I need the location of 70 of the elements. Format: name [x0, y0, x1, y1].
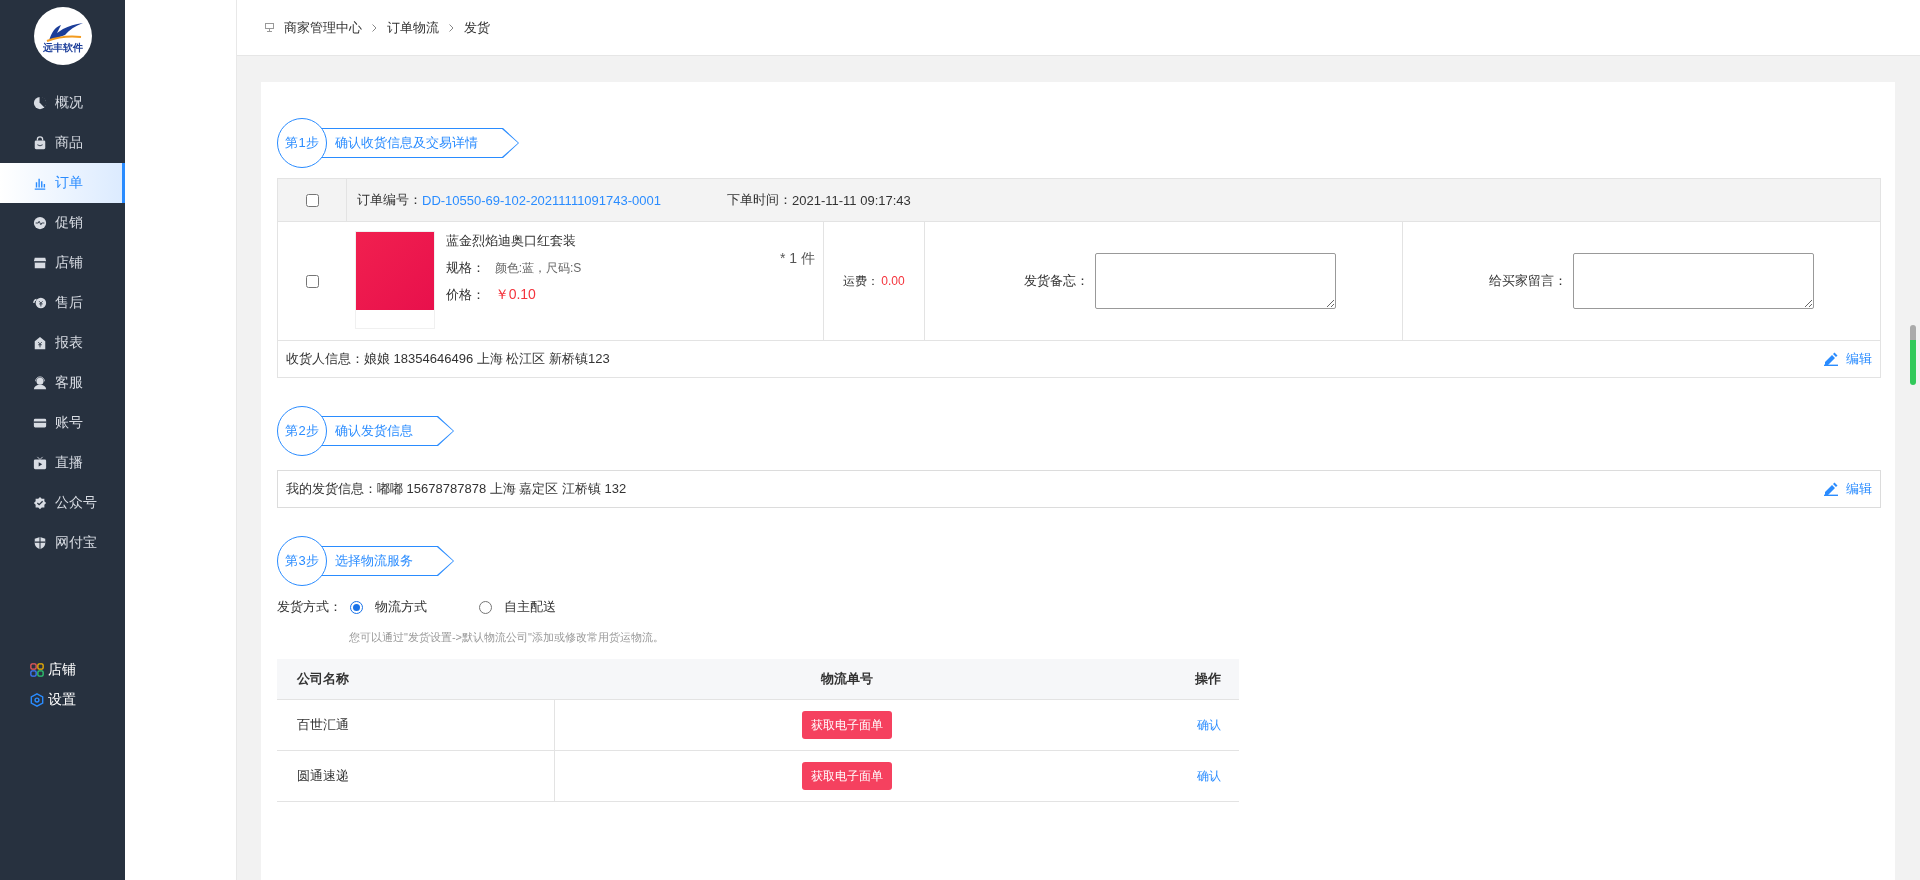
step-badge: 第3步 [277, 536, 327, 586]
spec-value: 颜色:蓝，尺码:S [494, 261, 582, 275]
sidebar-item[interactable]: 店铺 [0, 243, 125, 283]
note-input-field[interactable] [1573, 253, 1814, 309]
bar-chart-icon [33, 176, 47, 190]
note-label: 给买家留言： [1489, 272, 1567, 290]
sidebar-item[interactable]: 促销 [0, 203, 125, 243]
freight-label: 运费： [843, 272, 880, 290]
step-badge: 第1步 [277, 118, 327, 168]
note-label: 发货备忘： [1024, 272, 1089, 290]
get-waybill-button[interactable]: 获取电子面单 [802, 711, 892, 739]
column-header: 公司名称 [296, 670, 350, 688]
breadcrumb-item: 发货 [464, 18, 490, 37]
sidebar-link[interactable]: 设置 [0, 685, 125, 715]
product-name[interactable]: 蓝金烈焰迪奥口红套装 [446, 232, 780, 250]
edit-link[interactable]: 编辑 [1824, 480, 1872, 498]
grid-icon [30, 663, 44, 677]
breadcrumb-item[interactable]: 商家管理中心 [284, 18, 362, 37]
table-cell: 圆通速递 [277, 751, 555, 801]
shield-icon [33, 536, 47, 550]
price-value: ￥0.10 [494, 286, 536, 302]
sidebar-item[interactable]: 直播 [0, 443, 125, 483]
sidebar-item[interactable]: 商品 [0, 123, 125, 163]
chevron-icon [372, 23, 377, 32]
sidebar-item[interactable]: 售后 [0, 283, 125, 323]
sidebar-item[interactable]: 报表 [0, 323, 125, 363]
confirm-link[interactable]: 确认 [1197, 716, 1221, 734]
pulse-icon [33, 216, 47, 230]
badge-check-icon [33, 496, 47, 510]
price-label: 价格： [446, 287, 485, 302]
order-time-label: 下单时间： [727, 191, 792, 209]
radio-option[interactable]: 自主配送 [471, 598, 556, 616]
order-number-label: 订单编号： [356, 191, 422, 209]
chevron-icon [449, 23, 454, 32]
hint-text: 您可以通过"发货设置->默认物流公司"添加或修改常用货运物流。 [349, 630, 665, 645]
confirm-link[interactable]: 确认 [1197, 767, 1221, 785]
note-input-field[interactable] [1095, 253, 1336, 309]
spec-label: 规格： [446, 260, 485, 275]
card-icon [33, 416, 47, 430]
bag-icon [33, 136, 47, 150]
sender-info: 我的发货信息：嘟嘟 15678787878 上海 嘉定区 江桥镇 132 [286, 480, 627, 498]
monitor-icon [265, 23, 274, 32]
order-checkbox[interactable] [305, 193, 319, 207]
column-header: 物流单号 [820, 670, 874, 688]
hexagon-icon [30, 693, 44, 707]
sidebar-item[interactable]: 网付宝 [0, 523, 125, 563]
get-waybill-button[interactable]: 获取电子面单 [802, 762, 892, 790]
pencil-icon [1824, 482, 1838, 496]
order-time: 2021-11-11 09:17:43 [792, 192, 911, 208]
sidebar-item[interactable]: 概况 [0, 83, 125, 123]
table-cell: 百世汇通 [277, 700, 555, 750]
radio-option[interactable]: 物流方式 [342, 598, 427, 616]
shipping-method-label: 发货方式： [277, 598, 342, 616]
sidebar-link[interactable]: 店铺 [0, 655, 125, 685]
item-checkbox[interactable] [305, 274, 319, 288]
receiver-info: 收货人信息：娘娘 18354646496 上海 松江区 新桥镇123 [286, 350, 610, 368]
sidebar-item[interactable]: 账号 [0, 403, 125, 443]
store-icon [33, 256, 47, 270]
column-header: 操作 [1194, 670, 1222, 688]
person-icon [33, 376, 47, 390]
edit-link[interactable]: 编辑 [1824, 350, 1872, 368]
sidebar-item[interactable]: 公众号 [0, 483, 125, 523]
logo-text: 远丰软件 [42, 43, 83, 53]
tv-icon [33, 456, 47, 470]
breadcrumb-item[interactable]: 订单物流 [387, 18, 439, 37]
step-badge: 第2步 [277, 406, 327, 456]
freight-value: 0.00 [881, 274, 905, 288]
pencil-icon [1824, 352, 1838, 366]
sidebar-item[interactable]: 客服 [0, 363, 125, 403]
quantity: * 1 件 [780, 250, 815, 268]
